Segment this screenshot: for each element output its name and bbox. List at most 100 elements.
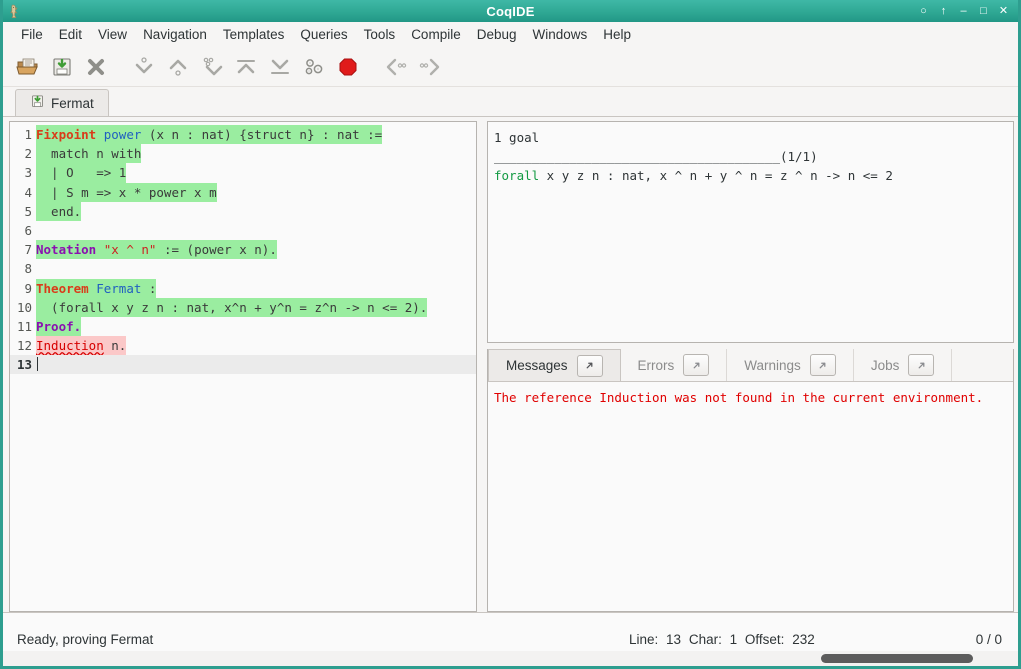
interrupt-button[interactable]: [331, 51, 365, 83]
token: power: [104, 127, 142, 142]
line-number: 10: [10, 298, 36, 317]
menu-item-help[interactable]: Help: [595, 24, 639, 45]
goal-panel[interactable]: 1 goal _________________________________…: [487, 121, 1014, 343]
tab-messages[interactable]: Messages: [488, 349, 621, 381]
token: n.: [104, 338, 127, 353]
forward-one-button[interactable]: [127, 51, 161, 83]
close-document-button[interactable]: [79, 51, 113, 83]
code-line[interactable]: 3 | O => 1: [10, 163, 476, 182]
go-to-start-button[interactable]: [229, 51, 263, 83]
code-line[interactable]: 4 | S m => x * power x m: [10, 183, 476, 202]
line-text: | S m => x * power x m: [36, 183, 217, 202]
code-editor[interactable]: 1 Fixpoint power (x n : nat) {struct n} …: [10, 122, 476, 611]
coqide-window: CoqIDE ○ ↑ – □ ✕ File Edit View Navigati…: [0, 0, 1021, 669]
detach-arrow-icon[interactable]: [810, 354, 836, 376]
menu-item-compile[interactable]: Compile: [403, 24, 469, 45]
line-text: Proof.: [36, 317, 81, 336]
message-text: The reference Induction was not found in…: [488, 382, 1013, 611]
tab-label: Errors: [638, 358, 675, 373]
previous-occurrence-button[interactable]: [379, 51, 413, 83]
goal-body: x y z n : nat, x ^ n + y ^ n = z ^ n -> …: [539, 168, 893, 183]
error-token: Induction: [36, 338, 104, 353]
goal-keyword: forall: [494, 168, 539, 183]
tab-jobs[interactable]: Jobs: [854, 349, 953, 381]
line-number: 12: [10, 336, 36, 355]
token: Theorem: [36, 281, 89, 296]
line-number: 13: [10, 355, 36, 374]
code-line[interactable]: 8: [10, 259, 476, 278]
scrollbar-thumb[interactable]: [821, 654, 973, 663]
code-line[interactable]: 6: [10, 221, 476, 240]
token: := (power x n).: [156, 242, 276, 257]
line-text: Fixpoint power (x n : nat) {struct n} : …: [36, 125, 382, 144]
window-controls: ○ ↑ – □ ✕: [918, 6, 1018, 17]
code-line-current[interactable]: 13: [10, 355, 476, 374]
line-number: 4: [10, 183, 36, 202]
text-caret: [37, 357, 38, 371]
code-line[interactable]: 5 end.: [10, 202, 476, 221]
go-to-end-button[interactable]: [263, 51, 297, 83]
detach-arrow-icon[interactable]: [908, 354, 934, 376]
coq-rooster-icon: [3, 0, 25, 22]
line-number: 9: [10, 279, 36, 298]
menu-item-debug[interactable]: Debug: [469, 24, 525, 45]
line-number: 5: [10, 202, 36, 221]
tab-label: Fermat: [51, 96, 94, 111]
next-occurrence-button[interactable]: [413, 51, 447, 83]
backward-one-button[interactable]: [161, 51, 195, 83]
goal-separator: ______________________________________: [494, 149, 780, 164]
maximize-button[interactable]: □: [978, 6, 989, 17]
menu-item-tools[interactable]: Tools: [356, 24, 404, 45]
horizontal-scrollbar[interactable]: [3, 651, 1018, 666]
vertical-splitter[interactable]: [477, 121, 487, 612]
code-line[interactable]: 1 Fixpoint power (x n : nat) {struct n} …: [10, 125, 476, 144]
compile-button[interactable]: [297, 51, 331, 83]
progress-counter: 0 / 0: [976, 632, 1002, 647]
cursor-position: Line: 13 Char: 1 Offset: 232: [629, 632, 819, 647]
document-tab-strip: Fermat: [3, 87, 1018, 117]
line-text: Induction n.: [36, 336, 126, 355]
goal-count: 1 goal: [494, 130, 539, 145]
menu-item-view[interactable]: View: [90, 24, 135, 45]
code-line[interactable]: 2 match n with: [10, 144, 476, 163]
menu-item-edit[interactable]: Edit: [51, 24, 90, 45]
line-number: 2: [10, 144, 36, 163]
line-text: end.: [36, 202, 81, 221]
detach-arrow-icon[interactable]: [577, 355, 603, 377]
main-split: 1 Fixpoint power (x n : nat) {struct n} …: [3, 117, 1018, 612]
line-text: Notation "x ^ n" := (power x n).: [36, 240, 277, 259]
save-button[interactable]: [45, 51, 79, 83]
title-bar: CoqIDE ○ ↑ – □ ✕: [3, 0, 1018, 22]
line-number: 3: [10, 163, 36, 182]
minimize-button[interactable]: –: [958, 6, 969, 17]
detach-arrow-icon[interactable]: [683, 354, 709, 376]
go-to-cursor-button[interactable]: [195, 51, 229, 83]
line-text: Theorem Fermat :: [36, 279, 156, 298]
tab-errors[interactable]: Errors: [621, 349, 728, 381]
tab-fermat[interactable]: Fermat: [15, 89, 109, 116]
menu-item-queries[interactable]: Queries: [292, 24, 355, 45]
code-line[interactable]: 12 Induction n.: [10, 336, 476, 355]
menu-item-templates[interactable]: Templates: [215, 24, 293, 45]
code-line[interactable]: 7 Notation "x ^ n" := (power x n).: [10, 240, 476, 259]
token: Notation: [36, 242, 96, 257]
token: [96, 127, 104, 142]
tab-warnings[interactable]: Warnings: [727, 349, 854, 381]
menu-item-windows[interactable]: Windows: [525, 24, 596, 45]
code-line[interactable]: 10 (forall x y z n : nat, x^n + y^n = z^…: [10, 298, 476, 317]
window-title: CoqIDE: [3, 4, 1018, 19]
shade-button[interactable]: ○: [918, 6, 929, 17]
close-button[interactable]: ✕: [998, 6, 1009, 17]
open-button[interactable]: [11, 51, 45, 83]
offset-label: Offset:: [745, 632, 785, 647]
menu-item-file[interactable]: File: [13, 24, 51, 45]
line-number: 1: [10, 125, 36, 144]
code-line[interactable]: 11 Proof.: [10, 317, 476, 336]
line-number: 8: [10, 259, 36, 278]
editor-pane[interactable]: 1 Fixpoint power (x n : nat) {struct n} …: [9, 121, 477, 612]
char-value: 1: [730, 632, 738, 647]
menu-item-navigation[interactable]: Navigation: [135, 24, 215, 45]
line-label: Line:: [629, 632, 658, 647]
code-line[interactable]: 9 Theorem Fermat :: [10, 279, 476, 298]
ontop-button[interactable]: ↑: [938, 6, 949, 17]
